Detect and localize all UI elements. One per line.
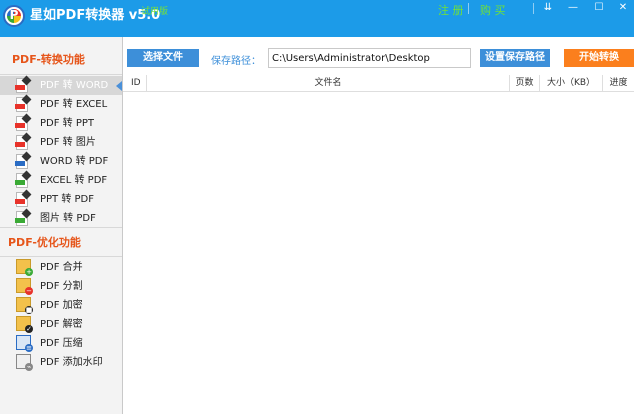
minimize-icon[interactable]: — [562, 1, 584, 15]
maximize-icon[interactable]: ☐ [588, 1, 610, 15]
nav-pdf-split[interactable]: − PDF 分割 [0, 277, 122, 296]
lock-folder-icon: ■ [16, 297, 33, 314]
buy-link[interactable]: 购 买 [480, 2, 506, 18]
title-bar: P 星如PDF转换器 v5.0 试用版 注 册 购 买 ⇊ — ☐ ✕ [0, 0, 634, 37]
save-path-label: 保存路径： [211, 56, 261, 67]
file-table[interactable]: ID 文件名 页数 大小（KB） 进度 [123, 75, 634, 414]
close-icon[interactable]: ✕ [612, 1, 634, 15]
nav-word-to-pdf[interactable]: WORD 转 PDF [0, 151, 122, 171]
nav-label: EXCEL 转 PDF [40, 175, 108, 186]
optimize-section-title: PDF-优化功能 [0, 227, 122, 257]
column-header-pages[interactable]: 页数 [510, 75, 540, 91]
nav-label: PDF 转 EXCEL [40, 99, 108, 110]
save-path-input[interactable] [268, 48, 471, 68]
titlebar-separator [533, 3, 534, 14]
select-file-button[interactable]: 选择文件 [127, 49, 199, 67]
nav-pdf-to-word[interactable]: PDF 转 WORD [0, 75, 122, 95]
jpg-file-icon [15, 208, 32, 226]
nav-pdf-encrypt[interactable]: ■ PDF 加密 [0, 296, 122, 315]
nav-pdf-compress[interactable]: ≡ PDF 压缩 [0, 334, 122, 353]
merge-folder-icon: + [16, 259, 33, 276]
sidebar: PDF-转换功能 PDF 转 WORD PDF 转 EXCEL PDF 转 PP… [0, 37, 123, 414]
nav-label: PDF 转 WORD [40, 80, 109, 91]
watermark-icon: ⌁ [16, 354, 33, 371]
column-header-id[interactable]: ID [123, 75, 147, 91]
column-header-filename[interactable]: 文件名 [147, 75, 510, 91]
nav-pdf-watermark[interactable]: ⌁ PDF 添加水印 [0, 353, 122, 372]
doc-file-icon [15, 151, 32, 169]
pdf-file-icon [15, 132, 32, 150]
menu-icon[interactable]: ⇊ [537, 1, 559, 15]
nav-label: WORD 转 PDF [40, 156, 109, 167]
pdf-file-icon [15, 113, 32, 131]
convert-section-title: PDF-转换功能 [0, 45, 122, 75]
nav-image-to-pdf[interactable]: 图片 转 PDF [0, 208, 122, 228]
nav-pdf-to-image[interactable]: PDF 转 图片 [0, 132, 122, 152]
nav-label: PDF 添加水印 [40, 357, 103, 368]
app-logo-icon: P [3, 5, 25, 27]
column-header-size[interactable]: 大小（KB） [540, 75, 603, 91]
unlock-folder-icon: ✓ [16, 316, 33, 333]
pdf-file-icon [15, 94, 32, 112]
nav-pdf-to-excel[interactable]: PDF 转 EXCEL [0, 94, 122, 114]
logo-letter: P [9, 8, 19, 22]
ppt-file-icon [15, 189, 32, 207]
nav-label: PDF 加密 [40, 300, 83, 311]
nav-pdf-to-ppt[interactable]: PDF 转 PPT [0, 113, 122, 133]
nav-label: PDF 分割 [40, 281, 83, 292]
edition-badge: 试用版 [141, 7, 169, 17]
nav-excel-to-pdf[interactable]: EXCEL 转 PDF [0, 170, 122, 190]
set-save-path-button[interactable]: 设置保存路径 [480, 49, 550, 67]
nav-pdf-merge[interactable]: + PDF 合并 [0, 258, 122, 277]
table-header: ID 文件名 页数 大小（KB） 进度 [123, 75, 634, 92]
titlebar-separator [468, 3, 469, 14]
nav-pdf-decrypt[interactable]: ✓ PDF 解密 [0, 315, 122, 334]
register-link[interactable]: 注 册 [438, 2, 464, 18]
nav-label: 图片 转 PDF [40, 213, 96, 224]
column-header-progress[interactable]: 进度 [603, 75, 634, 91]
nav-label: PDF 转 PPT [40, 118, 95, 129]
nav-label: PDF 压缩 [40, 338, 83, 349]
nav-label: PDF 合并 [40, 262, 83, 273]
nav-label: PDF 转 图片 [40, 137, 96, 148]
start-convert-button[interactable]: 开始转换 [564, 49, 634, 67]
nav-label: PDF 解密 [40, 319, 83, 330]
compress-icon: ≡ [16, 335, 33, 352]
split-folder-icon: − [16, 278, 33, 295]
xls-file-icon [15, 170, 32, 188]
nav-ppt-to-pdf[interactable]: PPT 转 PDF [0, 189, 122, 209]
toolbar: 选择文件 保存路径： 设置保存路径 开始转换 [123, 37, 634, 75]
nav-label: PPT 转 PDF [40, 194, 95, 205]
pdf-file-icon [15, 75, 32, 93]
